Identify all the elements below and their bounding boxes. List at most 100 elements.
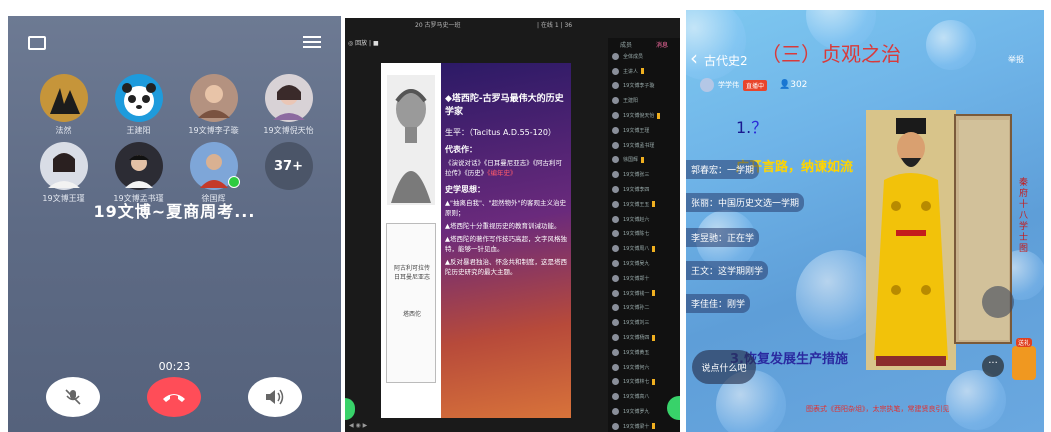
- member-name: 19文博张三: [623, 172, 650, 179]
- comment-user: 郭春宏: [691, 166, 719, 176]
- member-row[interactable]: 19文博倪天怡: [608, 108, 680, 123]
- tab-messages[interactable]: 消息: [656, 40, 668, 49]
- section-title: （三）贞观之治: [761, 42, 901, 66]
- member-row[interactable]: 19文博刘三: [608, 315, 680, 330]
- member-row[interactable]: 19文博何六: [608, 360, 680, 375]
- online-info: | 在线 1 | 36: [537, 22, 573, 29]
- member-row[interactable]: 19文博梁十: [608, 419, 680, 432]
- member-row[interactable]: 19文博陈七: [608, 227, 680, 242]
- back-chevron-icon[interactable]: ‹: [690, 46, 698, 70]
- mic-level-icon: [641, 156, 645, 163]
- mic-level-icon: [652, 201, 656, 208]
- viewer-count-text: 302: [790, 80, 808, 90]
- speaker-icon: [266, 389, 284, 405]
- mic-muted-icon: [65, 389, 81, 405]
- member-avatar: [612, 348, 619, 356]
- raise-hand-button[interactable]: [345, 398, 355, 420]
- gift-icon[interactable]: [1012, 346, 1036, 380]
- member-row[interactable]: 19文博周八: [608, 241, 680, 256]
- host-name: 学学伟: [718, 81, 739, 89]
- member-avatar: [612, 304, 619, 312]
- book-title: 阿古利可拉传 日耳曼尼亚志: [393, 265, 430, 281]
- slide-thought-label: 史学思想：: [445, 185, 485, 194]
- avatar: [264, 74, 313, 122]
- slide-works: 《演说对话》《日耳曼尼亚志》《阿古利可拉传》《历史》《编年史》: [445, 158, 567, 178]
- member-name: 19文博陈七: [623, 231, 650, 238]
- participant[interactable]: 法然: [26, 74, 101, 136]
- screenshot-collage: 法然 王建阳 19文博李子璇 19文博倪天怡 19文博王瑾 19文博孟书瑾 徐国…: [0, 0, 1051, 432]
- member-avatar: [612, 230, 619, 238]
- comment-user: 李佳佳: [691, 300, 719, 310]
- member-avatar: [612, 156, 619, 164]
- member-row[interactable]: 19文博张三: [608, 167, 680, 182]
- slide-point: ▲"抽离自我"、"超然物外"的客观主义治史原则；: [445, 199, 566, 217]
- member-row[interactable]: 19文博钱一: [608, 286, 680, 301]
- slide-title: ◆塔西陀-古罗马最伟大的历史学家: [445, 94, 564, 117]
- member-name: 19文博梁十: [623, 423, 650, 430]
- member-row[interactable]: 19文博孙二: [608, 301, 680, 316]
- participant[interactable]: 19文博孟书瑾: [101, 142, 176, 204]
- member-row[interactable]: 19文博王瑾: [608, 123, 680, 138]
- minimize-icon[interactable]: [28, 36, 46, 50]
- member-row[interactable]: 19文博黄五: [608, 345, 680, 360]
- menu-icon[interactable]: [303, 36, 321, 50]
- voice-call-screen: 法然 王建阳 19文博李子璇 19文博倪天怡 19文博王瑾 19文博孟书瑾 徐国…: [8, 16, 341, 432]
- avatar: [189, 142, 240, 190]
- participant[interactable]: 19文博李子璇: [176, 74, 251, 136]
- member-avatar: [612, 422, 619, 430]
- tab-members[interactable]: 成员: [620, 40, 632, 49]
- member-row[interactable]: 19文博李四: [608, 182, 680, 197]
- slide-image-column: 阿古利可拉传 日耳曼尼亚志 塔西佗: [381, 63, 441, 418]
- member-name: 王建阳: [623, 98, 639, 105]
- member-row[interactable]: 19文博李子璇: [608, 79, 680, 94]
- member-row[interactable]: 19文博孟书瑾: [608, 138, 680, 153]
- member-name: 19文博孟书瑾: [623, 142, 655, 149]
- member-name: 徐国辉: [623, 157, 639, 164]
- mic-level-icon: [657, 112, 661, 119]
- report-button[interactable]: 举报: [1008, 54, 1024, 65]
- participant-name: 王建阳: [126, 126, 151, 135]
- member-avatar: [612, 260, 619, 268]
- tacitus-bust-image: [387, 75, 435, 205]
- comment-item: 郭春宏：一学期: [686, 160, 760, 179]
- more-button[interactable]: ···: [982, 355, 1004, 377]
- member-row[interactable]: 19文博郑十: [608, 271, 680, 286]
- member-avatar: [612, 186, 619, 194]
- toolbar[interactable]: ◎ 回放 | ■: [348, 38, 379, 47]
- member-row[interactable]: 王建阳: [608, 93, 680, 108]
- participant-grid: 法然 王建阳 19文博李子璇 19文博倪天怡 19文博王瑾 19文博孟书瑾 徐国…: [26, 74, 326, 204]
- member-avatar: [612, 274, 619, 282]
- mic-level-icon: [641, 68, 645, 75]
- chat-input[interactable]: 说点什么吧: [692, 350, 756, 384]
- member-row[interactable]: 19文博杨四: [608, 330, 680, 345]
- member-row[interactable]: 徐国辉: [608, 153, 680, 168]
- works-red-text: 《编年史》: [487, 169, 517, 177]
- mute-button[interactable]: [46, 377, 100, 417]
- bottom-nav[interactable]: ◀ ◉ ▶: [349, 422, 367, 429]
- member-row[interactable]: 19文博林七: [608, 375, 680, 390]
- participant-name: 法然: [55, 126, 72, 135]
- participant[interactable]: 19文博倪天怡: [251, 74, 326, 136]
- host-info[interactable]: 学学伟 直播中 👤302: [700, 78, 807, 92]
- decor-bubble: [926, 20, 976, 70]
- member-row[interactable]: 19文博赵六: [608, 212, 680, 227]
- member-name: 19文博黄五: [623, 349, 650, 356]
- share-button[interactable]: [982, 286, 1014, 318]
- mic-level-icon: [652, 378, 656, 385]
- member-avatar: [612, 334, 619, 342]
- hang-up-button[interactable]: [147, 377, 201, 417]
- speaker-button[interactable]: [248, 377, 302, 417]
- participant[interactable]: 19文博王瑾: [26, 142, 101, 204]
- member-avatar: [612, 141, 619, 149]
- member-row[interactable]: 全体成员: [608, 49, 680, 64]
- member-avatar: [612, 393, 619, 401]
- member-avatar: [612, 289, 619, 297]
- participant[interactable]: 徐国辉: [176, 142, 251, 204]
- gift-tag: 送礼: [1016, 338, 1033, 347]
- slide-point: ▲塔西陀的著作写作技巧高超，文字风格独特，能够一针见血。: [445, 235, 567, 253]
- participant[interactable]: 王建阳: [101, 74, 176, 136]
- member-row[interactable]: 主讲人: [608, 64, 680, 79]
- member-row[interactable]: 19文博王五: [608, 197, 680, 212]
- more-participants[interactable]: 37+: [251, 142, 326, 204]
- member-row[interactable]: 19文博吴九: [608, 256, 680, 271]
